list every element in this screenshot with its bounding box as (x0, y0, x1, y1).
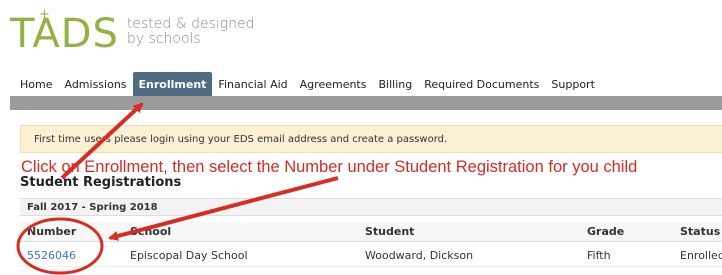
cell-school: Episcopal Day School (130, 249, 248, 262)
nav-billing[interactable]: Billing (372, 72, 418, 96)
login-notice: First time users please login using your… (20, 125, 722, 153)
registration-number-link[interactable]: 5526046 (27, 245, 76, 266)
main-nav: Home Admissions Enrollment Financial Aid… (16, 72, 601, 96)
nav-required-documents[interactable]: Required Documents (418, 72, 545, 96)
nav-agreements[interactable]: Agreements (294, 72, 373, 96)
tagline-line-1: tested & designed (126, 16, 255, 32)
header-school: School (130, 225, 172, 238)
tads-logo[interactable]: TADS + tested & designed by schools (10, 8, 255, 57)
cell-status: Enrolled (680, 249, 722, 262)
logo-mark: TADS + (10, 8, 119, 57)
term-label: Fall 2017 - Spring 2018 (27, 201, 158, 213)
logo-wordmark: TADS (10, 11, 119, 57)
tagline-line-2: by schools (126, 31, 201, 47)
logo-plus-glyph: + (39, 7, 51, 22)
header-grade: Grade (587, 225, 625, 238)
term-row: Fall 2017 - Spring 2018 (20, 198, 722, 216)
nav-admissions[interactable]: Admissions (58, 72, 132, 96)
table-header: Number School Student Grade Status (20, 222, 722, 242)
login-notice-text: First time users please login using your… (34, 133, 448, 145)
nav-financial-aid[interactable]: Financial Aid (212, 72, 293, 96)
cell-grade: Fifth (587, 249, 611, 262)
subnav-bar (10, 96, 722, 110)
header-number: Number (27, 225, 77, 238)
section-title: Student Registrations (20, 175, 182, 190)
nav-enrollment[interactable]: Enrollment (132, 72, 213, 96)
header-status: Status (680, 225, 721, 238)
header-student: Student (365, 225, 415, 238)
logo-tagline: tested & designed by schools (127, 17, 255, 47)
nav-home[interactable]: Home (16, 72, 58, 96)
table-row: 5526046 Episcopal Day School Woodward, D… (20, 245, 722, 267)
instruction-annotation: Click on Enrollment, then select the Num… (21, 158, 638, 176)
cell-student: Woodward, Dickson (365, 249, 474, 262)
nav-support[interactable]: Support (545, 72, 600, 96)
